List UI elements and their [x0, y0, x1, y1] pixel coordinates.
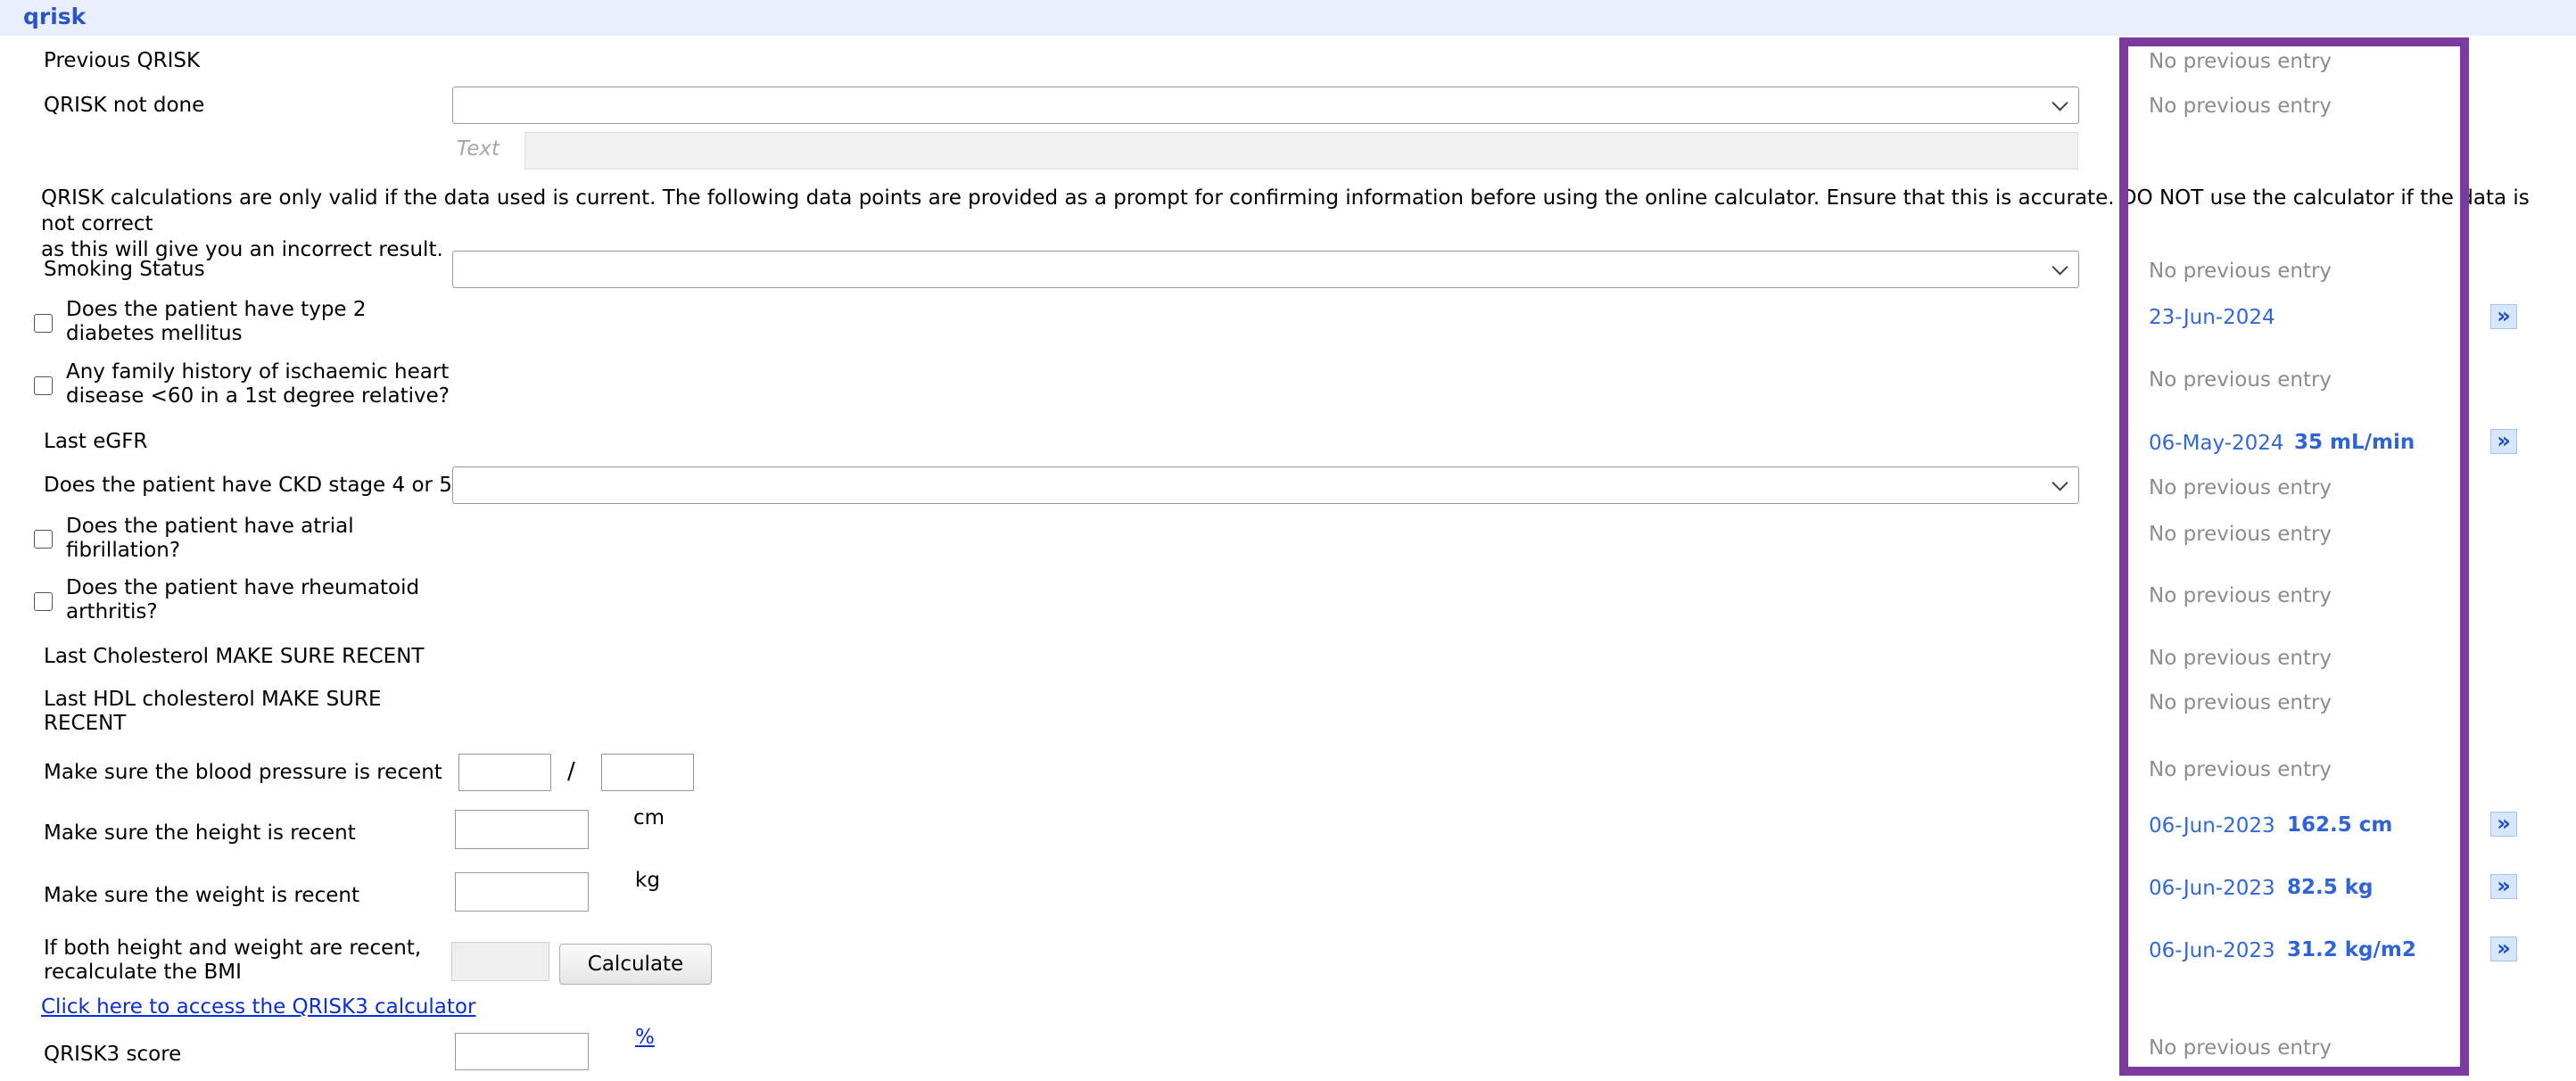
qrisk-not-done-text-label: Text — [457, 137, 500, 161]
last-hdl-label: Last HDL cholesterol MAKE SURE RECENT — [44, 688, 382, 736]
rheumatoid-arthritis-label: Does the patient have rheumatoid arthrit… — [66, 576, 419, 624]
double-chevron-right-icon[interactable]: » — [2490, 304, 2517, 329]
atrial-fibrillation-label-line2: fibrillation? — [66, 539, 181, 562]
last-hdl-prev: No previous entry — [2149, 691, 2332, 714]
chevron-down-icon — [2052, 474, 2068, 491]
family-history-checkbox[interactable] — [34, 376, 53, 395]
family-history-label-line1: Any family history of ischaemic heart — [66, 360, 450, 384]
ckd-stage-label: Does the patient have CKD stage 4 or 5? — [44, 474, 464, 497]
smoking-status-label: Smoking Status — [44, 258, 205, 281]
previous-qrisk-label: Previous QRISK — [44, 49, 201, 72]
weight-label: Make sure the weight is recent — [44, 884, 359, 907]
type2-diabetes-label-line2: diabetes mellitus — [66, 322, 243, 345]
atrial-fibrillation-prev: No previous entry — [2149, 523, 2332, 546]
weight-prev-value: 82.5 kg — [2287, 876, 2374, 899]
smoking-status-select[interactable] — [452, 251, 2079, 288]
atrial-fibrillation-checkbox[interactable] — [34, 530, 53, 549]
qrisk3-score-prev: No previous entry — [2149, 1036, 2332, 1060]
qrisk-not-done-label: QRISK not done — [44, 94, 205, 117]
height-unit: cm — [633, 806, 665, 829]
qrisk3-score-input[interactable] — [455, 1033, 589, 1070]
chevron-down-icon — [2052, 259, 2068, 276]
double-chevron-right-icon[interactable]: » — [2490, 429, 2517, 454]
last-cholesterol-prev: No previous entry — [2149, 647, 2332, 670]
rheumatoid-arthritis-label-line1: Does the patient have rheumatoid — [66, 576, 420, 599]
ckd-stage-select[interactable] — [452, 466, 2079, 504]
last-egfr-prev-value: 35 mL/min — [2294, 431, 2415, 454]
double-chevron-right-icon[interactable]: » — [2490, 874, 2517, 899]
blood-pressure-label: Make sure the blood pressure is recent — [44, 761, 442, 784]
bmi-label: If both height and weight are recent, re… — [44, 937, 421, 985]
section-title: qrisk — [23, 4, 87, 29]
last-egfr-label: Last eGFR — [44, 430, 148, 453]
height-prev-value: 162.5 cm — [2287, 813, 2393, 837]
smoking-status-prev: No previous entry — [2149, 260, 2332, 283]
section-header — [0, 0, 2576, 36]
last-egfr-prev-date: 06-May-2024 — [2149, 432, 2284, 455]
atrial-fibrillation-label: Does the patient have atrial fibrillatio… — [66, 515, 354, 563]
systolic-input[interactable] — [458, 754, 551, 791]
ckd-stage-prev: No previous entry — [2149, 476, 2332, 499]
rheumatoid-arthritis-label-line2: arthritis? — [66, 600, 158, 623]
qrisk-not-done-select[interactable] — [452, 87, 2079, 124]
qrisk3-score-unit-link[interactable]: % — [635, 1026, 655, 1049]
qrisk-not-done-prev: No previous entry — [2149, 95, 2332, 118]
family-history-label: Any family history of ischaemic heart di… — [66, 360, 450, 408]
rheumatoid-arthritis-prev: No previous entry — [2149, 584, 2332, 607]
double-chevron-right-icon[interactable]: » — [2490, 937, 2517, 961]
bmi-output — [451, 942, 549, 981]
bmi-prev-value: 31.2 kg/m2 — [2287, 938, 2416, 961]
blood-pressure-prev: No previous entry — [2149, 758, 2332, 781]
disclaimer-line-1: QRISK calculations are only valid if the… — [41, 186, 2530, 235]
weight-unit: kg — [635, 869, 660, 892]
family-history-prev: No previous entry — [2149, 368, 2332, 392]
last-hdl-label-line2: RECENT — [44, 712, 127, 735]
family-history-label-line2: disease <60 in a 1st degree relative? — [66, 384, 450, 408]
type2-diabetes-checkbox[interactable] — [34, 314, 53, 333]
atrial-fibrillation-label-line1: Does the patient have atrial — [66, 515, 354, 538]
type2-diabetes-label-line1: Does the patient have type 2 — [66, 298, 367, 321]
qrisk3-score-label: QRISK3 score — [44, 1043, 182, 1066]
type2-diabetes-label: Does the patient have type 2 diabetes me… — [66, 298, 367, 346]
qrisk3-calculator-link[interactable]: Click here to access the QRISK3 calculat… — [41, 995, 475, 1019]
bmi-label-line2: recalculate the BMI — [44, 961, 242, 984]
height-label: Make sure the height is recent — [44, 821, 356, 845]
double-chevron-right-icon[interactable]: » — [2490, 812, 2517, 837]
bp-separator: / — [567, 758, 575, 785]
weight-prev-date: 06-Jun-2023 — [2149, 877, 2275, 900]
previous-qrisk-prev: No previous entry — [2149, 50, 2332, 73]
height-prev-date: 06-Jun-2023 — [2149, 814, 2275, 838]
bmi-label-line1: If both height and weight are recent, — [44, 937, 422, 960]
weight-input[interactable] — [455, 872, 589, 912]
height-input[interactable] — [455, 810, 589, 849]
diastolic-input[interactable] — [601, 754, 694, 791]
qrisk-not-done-text-field[interactable] — [524, 132, 2078, 169]
bmi-prev-date: 06-Jun-2023 — [2149, 939, 2275, 962]
rheumatoid-arthritis-checkbox[interactable] — [34, 592, 53, 611]
last-cholesterol-label: Last Cholesterol MAKE SURE RECENT — [44, 645, 425, 668]
calculate-button[interactable]: Calculate — [559, 944, 712, 985]
type2-diabetes-prev-date: 23-Jun-2024 — [2149, 306, 2275, 329]
chevron-down-icon — [2052, 95, 2068, 111]
last-hdl-label-line1: Last HDL cholesterol MAKE SURE — [44, 688, 382, 711]
